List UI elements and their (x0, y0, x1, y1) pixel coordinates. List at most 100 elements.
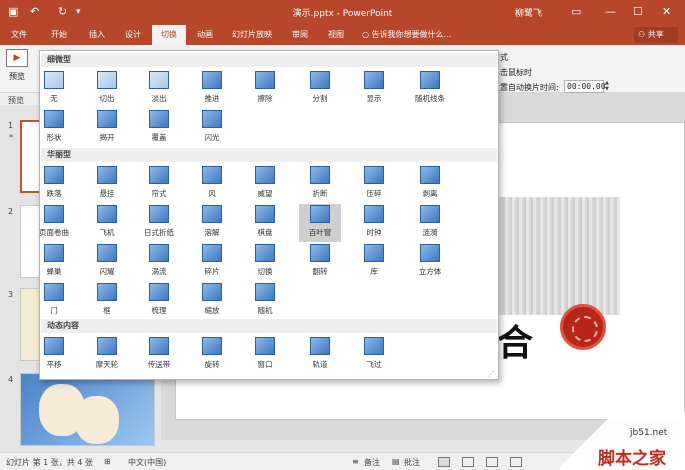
tab-file[interactable]: 文件 (4, 25, 34, 45)
transition-effect-icon (44, 110, 64, 128)
transition-option[interactable]: 涟漪 (409, 204, 451, 242)
share-button[interactable]: ⚇ 共享 (634, 27, 678, 43)
transition-option-label: 闪光 (204, 133, 220, 142)
transition-option[interactable]: 日式折纸 (138, 204, 180, 242)
tell-me-search[interactable]: ○ 告诉我你想要做什么... (362, 25, 451, 45)
transition-option[interactable]: 框 (86, 282, 128, 320)
transition-option[interactable]: 百叶窗 (299, 204, 341, 242)
puppy-image (75, 396, 119, 444)
transition-option[interactable]: 随机 (244, 282, 286, 320)
tab-review[interactable]: 审阅 (284, 25, 316, 45)
transition-option[interactable]: 飞过 (353, 336, 395, 374)
transition-option[interactable]: 形状 (33, 109, 75, 147)
comments-button[interactable]: 批注 (404, 457, 420, 468)
transition-option[interactable]: 风 (191, 165, 233, 203)
transition-option[interactable]: 切换 (244, 243, 286, 281)
transition-option[interactable]: 棋盘 (244, 204, 286, 242)
slide-sorter-icon[interactable] (462, 457, 474, 467)
transition-option[interactable]: 飞机 (86, 204, 128, 242)
tab-home[interactable]: 开始 (42, 25, 76, 45)
transition-option[interactable]: 揭开 (86, 109, 128, 147)
transition-effect-icon (364, 166, 384, 184)
user-name[interactable]: 柳鹭飞 (515, 6, 542, 19)
transition-option[interactable]: 轨道 (299, 336, 341, 374)
transition-effect-icon (202, 71, 222, 89)
transition-option[interactable]: 溶解 (191, 204, 233, 242)
transition-option[interactable]: 蜂巢 (33, 243, 75, 281)
comments-icon[interactable]: ▤ (392, 457, 400, 466)
transition-option[interactable]: 平移 (33, 336, 75, 374)
transition-option[interactable]: 闪光 (191, 109, 233, 147)
tab-insert[interactable]: 插入 (80, 25, 114, 45)
transition-option[interactable]: 悬挂 (86, 165, 128, 203)
transition-option[interactable]: 涡流 (138, 243, 180, 281)
transition-option[interactable]: 压碎 (353, 165, 395, 203)
slide-number: 2 (8, 207, 14, 216)
transition-option[interactable]: 帘式 (138, 165, 180, 203)
close-icon[interactable]: ✕ (662, 5, 671, 19)
transition-option[interactable]: 威望 (244, 165, 286, 203)
tab-design[interactable]: 设计 (116, 25, 150, 45)
maximize-icon[interactable]: ☐ (633, 5, 643, 19)
transition-option-label: 涡流 (151, 267, 167, 276)
transition-option[interactable]: 旋转 (191, 336, 233, 374)
transition-option[interactable]: 页面卷曲 (33, 204, 75, 242)
transition-option[interactable]: 翻转 (299, 243, 341, 281)
spinner-arrows-icon[interactable]: ▲ ▼ (605, 80, 609, 92)
language-indicator[interactable]: 中文(中国) (128, 457, 166, 468)
transition-option[interactable]: 推进 (191, 70, 233, 108)
transition-option[interactable]: 剥离 (409, 165, 451, 203)
transition-option[interactable]: 库 (353, 243, 395, 281)
tell-me-text: 告诉我你想要做什么... (371, 30, 452, 39)
transition-option[interactable]: 显示 (353, 70, 395, 108)
transition-option[interactable]: 立方体 (409, 243, 451, 281)
transition-option[interactable]: 折断 (299, 165, 341, 203)
transition-option[interactable]: 摩天轮 (86, 336, 128, 374)
transition-option[interactable]: 碎片 (191, 243, 233, 281)
transition-option-label: 框 (103, 306, 111, 315)
transition-option[interactable]: 时钟 (353, 204, 395, 242)
auto-time-input[interactable]: 00:00.00 (564, 80, 606, 93)
transition-effect-icon (310, 244, 330, 262)
spellcheck-icon[interactable]: ⊞ (104, 457, 111, 466)
tab-transitions[interactable]: 切换 (152, 25, 186, 45)
transition-option[interactable]: 切出 (86, 70, 128, 108)
transition-effect-icon (149, 110, 169, 128)
transition-option[interactable]: 闪耀 (86, 243, 128, 281)
gallery-resize-grip[interactable]: ⋰ (488, 370, 682, 469)
after-time-checkbox[interactable]: 设置自动换片时间: (492, 82, 559, 93)
transition-option[interactable]: 门 (33, 282, 75, 320)
ribbon-display-icon[interactable]: ▭ (571, 5, 581, 19)
transition-option-label: 分割 (312, 94, 328, 103)
preview-button[interactable]: ▶ 预览 (3, 49, 31, 89)
transition-option-label: 无 (50, 94, 58, 103)
transition-option-label: 页面卷曲 (39, 228, 69, 237)
minimize-icon[interactable]: — (605, 5, 616, 19)
transition-effect-icon (420, 166, 440, 184)
transition-option[interactable]: 跌落 (33, 165, 75, 203)
transition-option[interactable]: 随机线条 (409, 70, 451, 108)
transition-option[interactable]: 缩放 (191, 282, 233, 320)
transition-option[interactable]: 梳理 (138, 282, 180, 320)
transition-option[interactable]: 窗口 (244, 336, 286, 374)
transition-effect-icon (420, 244, 440, 262)
slide-thumbnail-4[interactable] (20, 373, 155, 446)
transition-option-label: 揭开 (99, 133, 115, 142)
transition-option-label: 跌落 (46, 189, 62, 198)
tab-view[interactable]: 视图 (320, 25, 352, 45)
transition-option[interactable]: 擦除 (244, 70, 286, 108)
transition-effect-icon (310, 166, 330, 184)
transition-star: * (9, 133, 13, 142)
normal-view-icon[interactable] (438, 457, 450, 467)
transition-option[interactable]: 分割 (299, 70, 341, 108)
notes-button[interactable]: 备注 (364, 457, 380, 468)
transition-effect-icon (255, 244, 275, 262)
tab-animations[interactable]: 动画 (188, 25, 222, 45)
transition-option[interactable]: 淡出 (138, 70, 180, 108)
transition-option[interactable]: 无 (33, 70, 75, 108)
transition-option-label: 涟漪 (422, 228, 438, 237)
transition-option[interactable]: 传送带 (138, 336, 180, 374)
tab-slideshow[interactable]: 幻灯片放映 (226, 25, 278, 45)
notes-icon[interactable]: ≡ (352, 457, 359, 466)
transition-option[interactable]: 覆盖 (138, 109, 180, 147)
